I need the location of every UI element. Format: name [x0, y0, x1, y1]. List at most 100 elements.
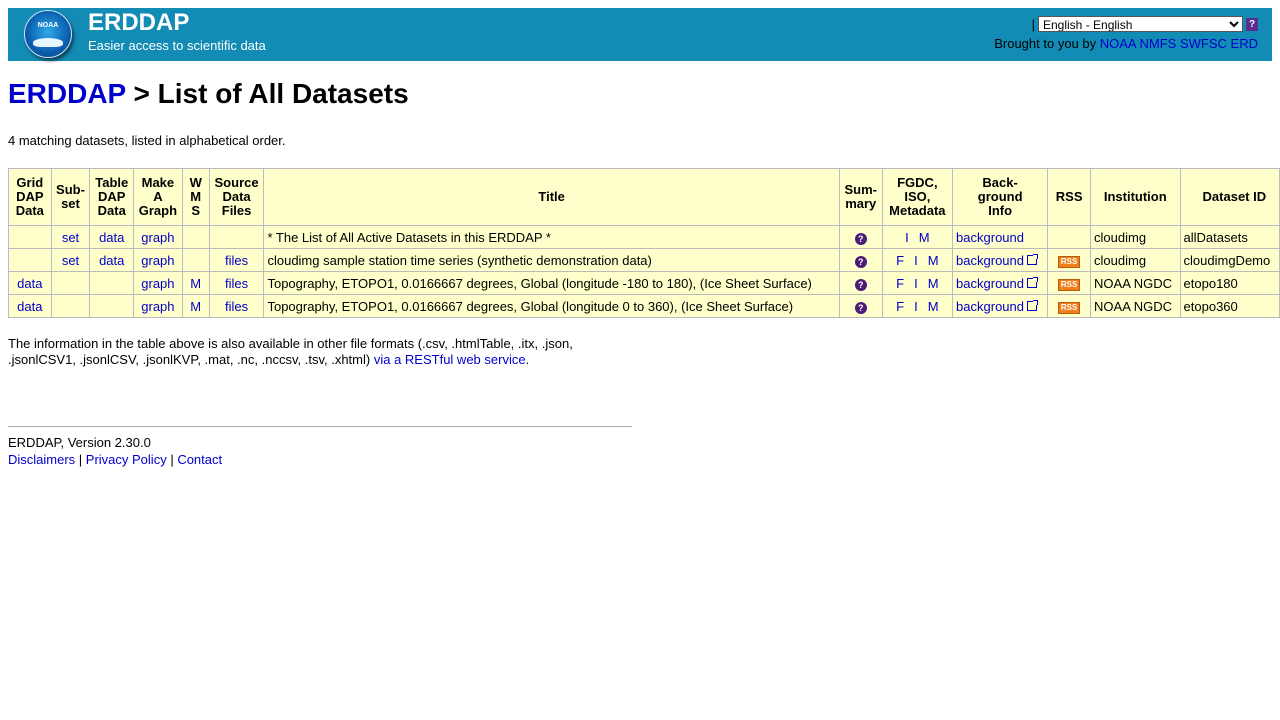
noaa-logo-icon[interactable]: NOAA: [24, 10, 72, 58]
swfsc-link[interactable]: SWFSC: [1180, 36, 1227, 51]
metadata-cell: IM: [881, 225, 954, 249]
erd-link[interactable]: ERD: [1231, 36, 1258, 51]
col-griddap: Grid DAP Data: [8, 168, 52, 226]
erddap-home-link[interactable]: ERDDAP: [8, 78, 126, 109]
title-cell-text: cloudimg sample station time series (syn…: [267, 252, 652, 268]
subset-cell-link[interactable]: set: [62, 253, 79, 268]
iso-link[interactable]: I: [905, 230, 909, 245]
language-select[interactable]: English - English: [1038, 16, 1243, 32]
fgdc-link[interactable]: F: [896, 276, 904, 291]
header-banner: NOAA ERDDAP Easier access to scientific …: [8, 8, 1272, 61]
summary-help-icon[interactable]: ?: [854, 278, 867, 291]
files-cell-link[interactable]: files: [225, 299, 248, 314]
background-cell: background: [952, 271, 1049, 295]
griddap-cell-link[interactable]: data: [17, 299, 42, 314]
institution-cell: NOAA NGDC: [1090, 271, 1181, 295]
dataset-id-cell: cloudimgDemo: [1179, 248, 1280, 272]
nmfs-link[interactable]: NMFS: [1140, 36, 1177, 51]
col-files: Source Data Files: [208, 168, 265, 226]
rss-icon[interactable]: RSS: [1057, 279, 1081, 291]
privacy-policy-link[interactable]: Privacy Policy: [86, 452, 167, 467]
version-text: ERDDAP, Version 2.30.0: [8, 435, 151, 450]
tabledap-cell: [89, 294, 135, 318]
col-metadata: FGDC, ISO, Metadata: [881, 168, 954, 226]
graph-cell: graph: [133, 294, 183, 318]
dataset-id-cell-text: etopo180: [1183, 275, 1238, 291]
summary-help-icon[interactable]: ?: [854, 255, 867, 268]
summary-cell: ?: [838, 271, 883, 295]
tabledap-cell-link[interactable]: data: [99, 253, 124, 268]
col-title: Title: [263, 168, 840, 226]
metadata-link[interactable]: M: [928, 276, 939, 291]
rss-cell: RSS: [1047, 248, 1092, 272]
institution-cell-text: cloudimg: [1094, 252, 1147, 268]
wms-cell-link[interactable]: M: [190, 276, 201, 291]
external-link-icon: [1027, 299, 1038, 311]
logo-wave: [33, 38, 63, 47]
disclaimers-link[interactable]: Disclaimers: [8, 452, 75, 467]
institution-cell: NOAA NGDC: [1090, 294, 1181, 318]
contact-link[interactable]: Contact: [177, 452, 222, 467]
rss-icon[interactable]: RSS: [1057, 302, 1081, 314]
metadata-link[interactable]: M: [928, 299, 939, 314]
institution-cell-text: cloudimg: [1094, 229, 1147, 245]
dataset-id-cell-text: cloudimgDemo: [1183, 252, 1271, 268]
griddap-cell: data: [8, 294, 52, 318]
files-cell: files: [208, 248, 265, 272]
graph-cell-link[interactable]: graph: [141, 230, 174, 245]
title-cell: Topography, ETOPO1, 0.0166667 degrees, G…: [263, 271, 840, 295]
brought-prefix: Brought to you by: [994, 36, 1097, 51]
files-cell: [208, 225, 265, 249]
datasets-table: Grid DAP Data Sub- set Table DAP Data Ma…: [8, 168, 1280, 318]
dataset-id-cell-text: allDatasets: [1183, 229, 1248, 245]
graph-cell: graph: [133, 248, 183, 272]
subset-cell-link[interactable]: set: [62, 230, 79, 245]
fgdc-link[interactable]: F: [896, 253, 904, 268]
subset-cell: [50, 294, 91, 318]
tabledap-cell: [89, 271, 135, 295]
summary-cell: ?: [838, 294, 883, 318]
noaa-link[interactable]: NOAA: [1100, 36, 1136, 51]
griddap-cell-link[interactable]: data: [17, 276, 42, 291]
title-cell: Topography, ETOPO1, 0.0166667 degrees, G…: [263, 294, 840, 318]
title-cell: * The List of All Active Datasets in thi…: [263, 225, 840, 249]
iso-link[interactable]: I: [914, 299, 918, 314]
wms-cell-link[interactable]: M: [190, 299, 201, 314]
background-cell: background: [952, 225, 1049, 249]
graph-cell: graph: [133, 225, 183, 249]
logo-text: NOAA: [37, 22, 59, 29]
files-cell-link[interactable]: files: [225, 253, 248, 268]
brand-title: ERDDAP: [88, 9, 190, 36]
wms-cell: [181, 248, 210, 272]
summary-help-icon[interactable]: ?: [854, 232, 867, 245]
match-count: 4 matching datasets, listed in alphabeti…: [8, 133, 286, 148]
footer-sep: |: [75, 452, 86, 467]
tabledap-cell-link[interactable]: data: [99, 230, 124, 245]
griddap-cell: [8, 248, 52, 272]
restful-service-link[interactable]: via a RESTful web service: [374, 352, 526, 367]
graph-cell-link[interactable]: graph: [141, 253, 174, 268]
rss-cell: [1047, 225, 1092, 249]
wms-cell: M: [181, 294, 210, 318]
graph-cell-link[interactable]: graph: [141, 299, 174, 314]
footer-divider: [8, 426, 632, 427]
metadata-link[interactable]: M: [928, 253, 939, 268]
wms-cell: M: [181, 271, 210, 295]
files-cell: files: [208, 271, 265, 295]
metadata-link[interactable]: M: [919, 230, 930, 245]
rss-icon[interactable]: RSS: [1057, 256, 1081, 268]
background-link[interactable]: background: [956, 276, 1024, 291]
graph-cell-link[interactable]: graph: [141, 276, 174, 291]
fgdc-link[interactable]: F: [896, 299, 904, 314]
subset-cell: set: [50, 248, 91, 272]
files-cell-link[interactable]: files: [225, 276, 248, 291]
iso-link[interactable]: I: [914, 276, 918, 291]
iso-link[interactable]: I: [914, 253, 918, 268]
background-link[interactable]: background: [956, 230, 1024, 245]
background-link[interactable]: background: [956, 299, 1024, 314]
background-link[interactable]: background: [956, 253, 1024, 268]
external-link-icon: [1027, 276, 1038, 288]
summary-help-icon[interactable]: ?: [854, 301, 867, 314]
language-help-icon[interactable]: ?: [1246, 17, 1258, 31]
breadcrumb-separator: >: [125, 78, 158, 109]
